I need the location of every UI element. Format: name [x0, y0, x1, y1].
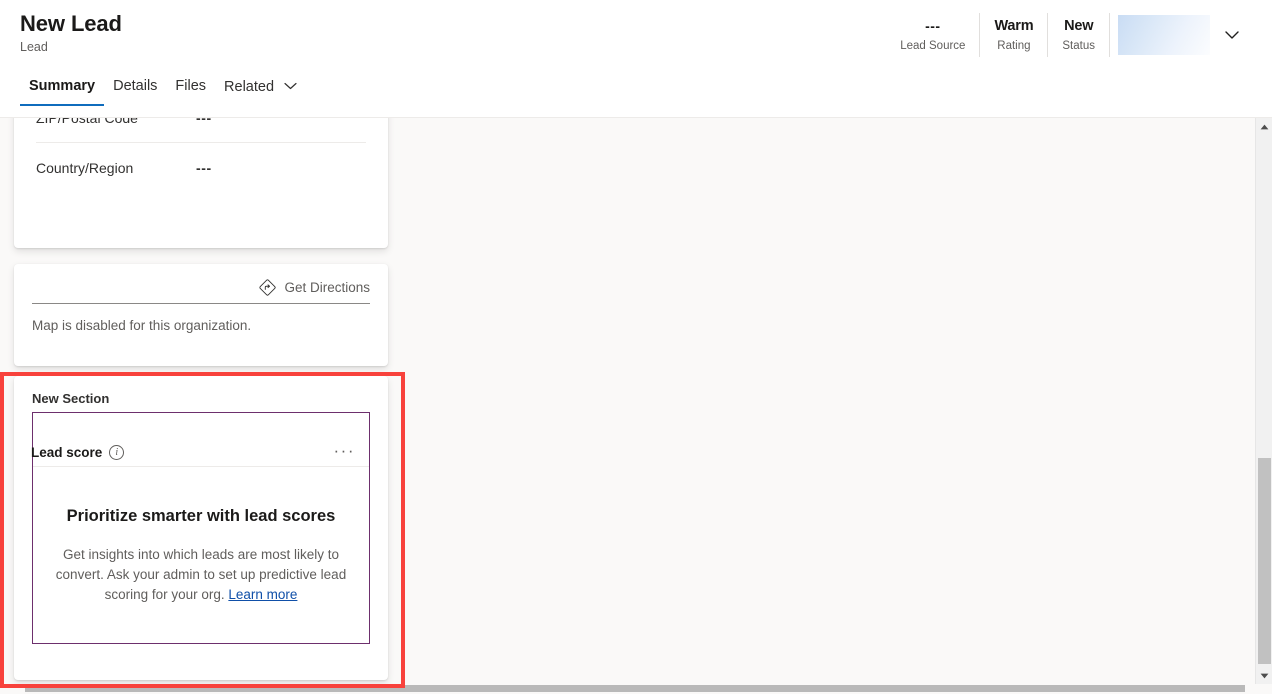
lead-score-control: Lead score i ··· Prioritize smarter with… — [31, 412, 370, 644]
record-type-label: Lead — [20, 40, 48, 54]
page-title: New Lead — [20, 11, 122, 36]
info-circle-icon[interactable]: i — [109, 445, 125, 460]
vertical-scroll-thumb[interactable] — [1258, 458, 1271, 664]
field-country-region[interactable]: Country/Region --- — [36, 142, 366, 192]
horizontal-scroll-thumb[interactable] — [25, 685, 1245, 692]
field-zip-postal-code[interactable]: ZIP/Postal Code --- — [36, 118, 366, 142]
tab-related-label: Related — [224, 79, 275, 95]
promo-body: Get insights into which leads are most l… — [51, 545, 351, 605]
stat-lead-source-value: --- — [925, 17, 941, 34]
lead-score-header: Lead score i ··· — [31, 413, 369, 467]
info-icon-glyph: i — [115, 446, 119, 458]
promo-heading: Prioritize smarter with lead scores — [66, 507, 336, 525]
address-card: State/Province --- ZIP/Postal Code --- C… — [14, 118, 388, 248]
tab-details-label: Details — [113, 78, 158, 94]
lead-score-title: Lead score — [31, 445, 103, 460]
header-title-block: New Lead Lead — [20, 10, 122, 56]
tab-files-label: Files — [175, 78, 207, 94]
stat-rating-value: Warm — [994, 17, 1034, 34]
section-heading: New Section — [32, 391, 110, 406]
tab-related[interactable]: Related — [215, 75, 306, 107]
record-header: New Lead Lead --- Lead Source Warm Ratin… — [0, 0, 1272, 75]
get-directions-button[interactable]: Get Directions — [259, 279, 370, 296]
chevron-down-icon — [1225, 31, 1239, 39]
stat-status-value: New — [1064, 17, 1094, 34]
stat-status-label: Status — [1062, 39, 1095, 52]
stat-lead-source[interactable]: --- Lead Source — [886, 13, 979, 57]
header-expand-button[interactable] — [1210, 13, 1254, 57]
directions-row: Get Directions — [32, 278, 370, 304]
app-root: New Lead Lead --- Lead Source Warm Ratin… — [0, 0, 1272, 694]
new-section-card: New Section Lead score i ··· Prioritize … — [14, 376, 388, 680]
header-loading-placeholder — [1109, 13, 1210, 57]
stat-rating-label: Rating — [997, 39, 1031, 52]
field-country-region-label: Country/Region — [36, 159, 134, 176]
promo-body-text: Get insights into which leads are most l… — [55, 547, 347, 602]
get-directions-label: Get Directions — [284, 280, 370, 295]
scroll-down-arrow-icon[interactable] — [1256, 667, 1272, 684]
lead-score-title-wrap: Lead score i — [31, 445, 125, 460]
lead-score-promo: Prioritize smarter with lead scores Get … — [33, 467, 369, 643]
learn-more-link[interactable]: Learn more — [228, 587, 297, 602]
tab-summary-label: Summary — [29, 78, 96, 94]
stat-status[interactable]: New Status — [1047, 13, 1109, 57]
overflow-menu-icon[interactable]: ··· — [332, 442, 357, 460]
vertical-scrollbar[interactable] — [1255, 118, 1272, 684]
tab-details[interactable]: Details — [104, 75, 166, 106]
map-disabled-message: Map is disabled for this organization. — [32, 318, 252, 333]
loading-placeholder-block — [1118, 15, 1210, 55]
horizontal-scrollbar[interactable] — [0, 684, 1272, 694]
field-zip-postal-code-value: --- — [196, 118, 212, 126]
header-stats: --- Lead Source Warm Rating New Status — [886, 13, 1254, 57]
chevron-down-icon — [284, 75, 297, 97]
stat-lead-source-label: Lead Source — [900, 39, 966, 52]
scroll-up-arrow-icon[interactable] — [1256, 118, 1272, 135]
field-zip-postal-code-label: ZIP/Postal Code — [36, 118, 196, 126]
directions-diamond-icon — [259, 279, 277, 296]
field-country-region-value: --- — [196, 159, 212, 176]
stat-rating[interactable]: Warm Rating — [979, 13, 1047, 57]
map-card: Get Directions Map is disabled for this … — [14, 264, 388, 366]
tab-files[interactable]: Files — [166, 75, 215, 106]
tab-summary[interactable]: Summary — [20, 75, 105, 106]
form-canvas: State/Province --- ZIP/Postal Code --- C… — [0, 118, 1240, 684]
tab-bar: Summary Details Files Related — [0, 75, 1272, 118]
